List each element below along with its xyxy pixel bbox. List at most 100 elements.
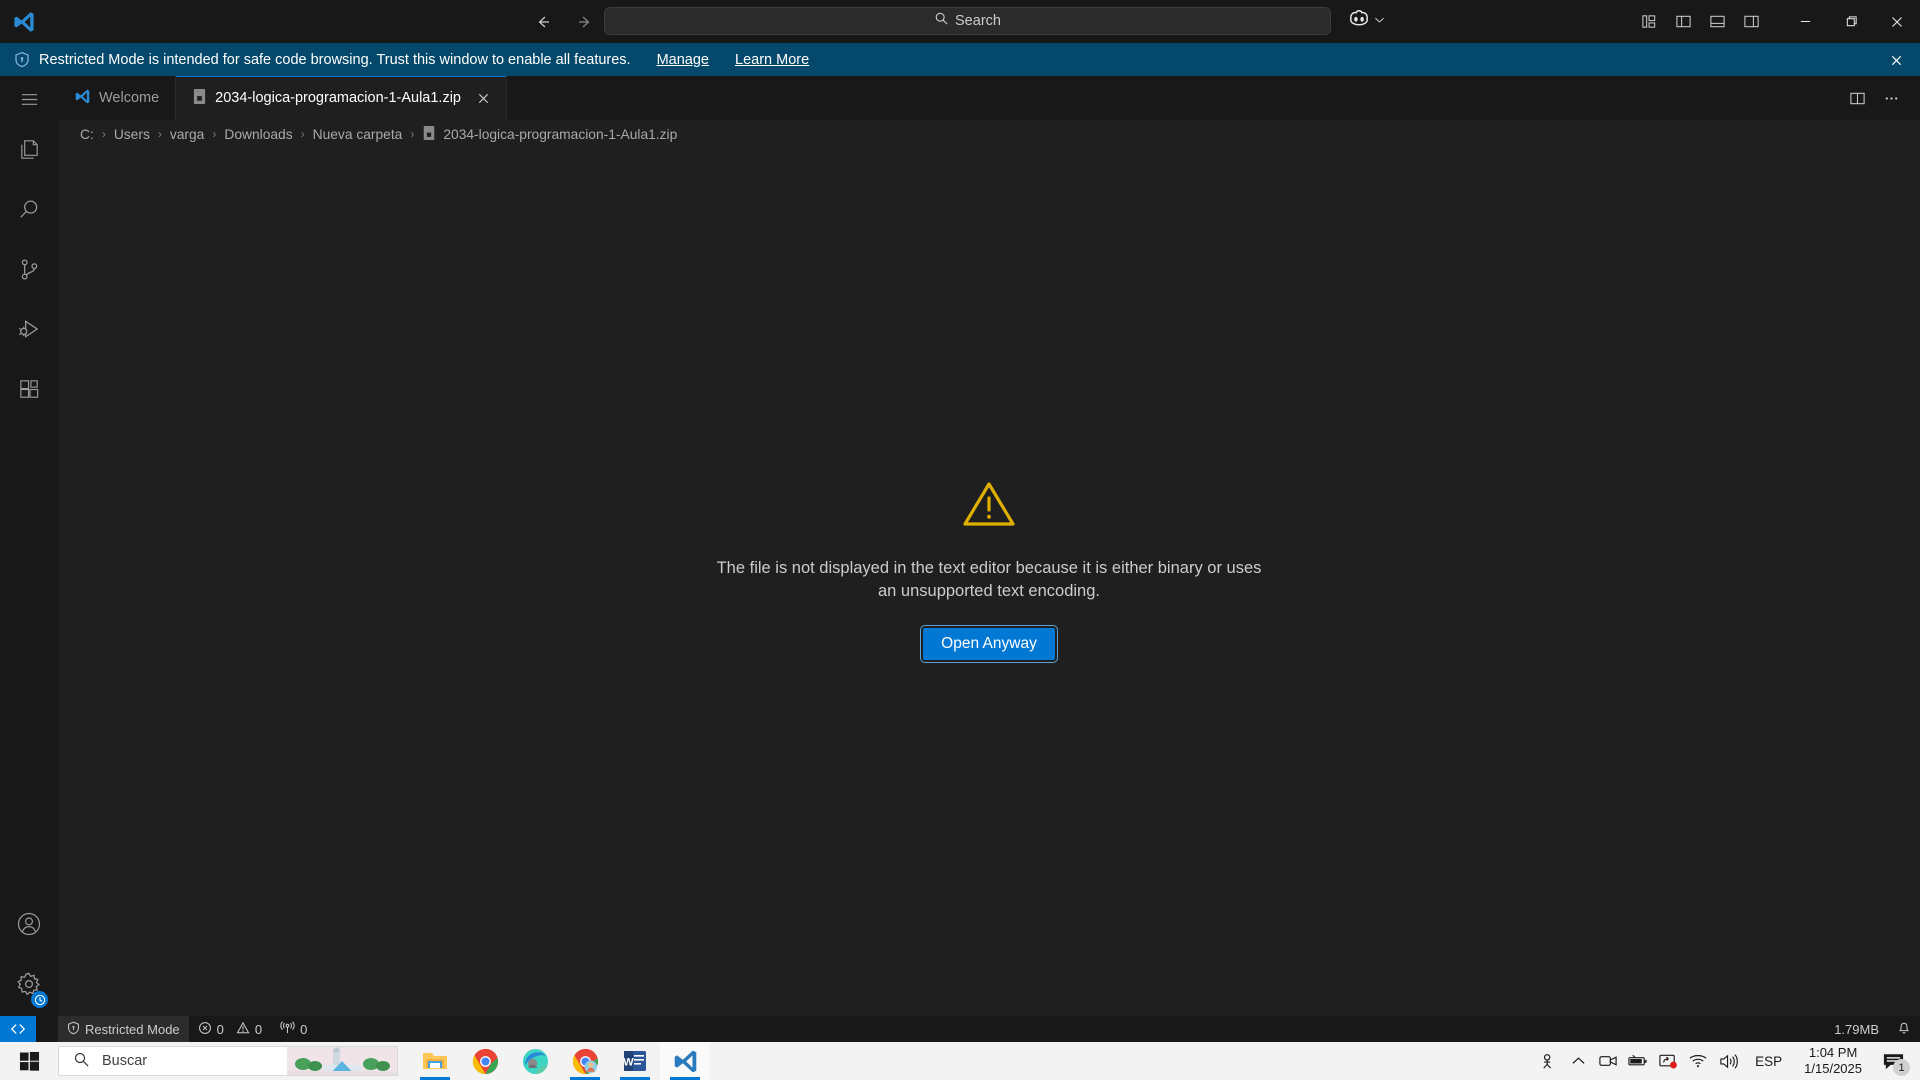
binary-file-icon [422,125,436,144]
ports-status[interactable]: 0 [271,1016,316,1042]
sidebar-item-explorer[interactable] [0,122,58,182]
warning-icon [236,1021,250,1038]
tab-zip-file[interactable]: 2034-logica-programacion-1-Aula1.zip [176,76,507,120]
notifications-bell[interactable] [1888,1016,1920,1042]
taskbar-search-box[interactable]: Buscar [58,1046,398,1076]
taskbar-apps: W [410,1042,710,1080]
workspace-trust-banner: Restricted Mode is intended for safe cod… [0,43,1920,76]
sidebar-item-run-and-debug[interactable] [0,302,58,362]
ports-count: 0 [300,1021,308,1037]
chevron-up-icon[interactable] [1563,1042,1593,1080]
toggle-panel-icon[interactable] [1700,0,1734,43]
taskbar-app-google-chrome[interactable] [460,1042,510,1080]
vscode-icon [74,88,91,109]
search-highlight-image [287,1047,397,1075]
errors-count: 0 [216,1021,224,1037]
toggle-primary-sidebar-icon[interactable] [1666,0,1700,43]
banner-close-icon[interactable] [1886,51,1906,69]
battery-icon[interactable] [1623,1042,1653,1080]
close-button[interactable] [1874,0,1920,43]
taskbar-app-file-explorer[interactable] [410,1042,460,1080]
command-center-search[interactable]: Search [604,7,1331,35]
sidebar-item-search[interactable] [0,182,58,242]
activity-bar [0,76,58,1016]
notifications-icon[interactable]: 1 [1872,1042,1914,1080]
breadcrumb-separator: › [157,127,162,141]
sidebar-item-source-control[interactable] [0,242,58,302]
more-actions-icon[interactable] [1876,83,1906,113]
windows-taskbar: Buscar W ESP 1:04 PM 1/15/2025 1 [0,1042,1920,1080]
system-tray: ESP 1:04 PM 1/15/2025 1 [1533,1042,1920,1080]
shield-icon [67,1021,80,1038]
volume-icon[interactable] [1713,1042,1743,1080]
tab-label: 2034-logica-programacion-1-Aula1.zip [215,90,461,106]
customize-layout-icon[interactable] [1632,0,1666,43]
status-bar: Restricted Mode 0 0 0 1.79MB [0,1016,1920,1042]
breadcrumb-segment-1[interactable]: Users [112,127,152,142]
warnings-count: 0 [254,1021,263,1037]
open-anyway-button[interactable]: Open Anyway [920,624,1058,663]
taskbar-app-microsoft-edge[interactable] [510,1042,560,1080]
clock-time: 1:04 PM [1808,1044,1858,1060]
back-button[interactable] [528,8,558,36]
breadcrumb-separator: › [212,127,217,141]
windows-start-icon[interactable] [0,1042,58,1080]
breadcrumb-segment-3[interactable]: Downloads [222,127,294,142]
status-bar-right: 1.79MB [1825,1016,1920,1042]
clock-date: 1/15/2025 [1804,1061,1862,1076]
input-language-indicator[interactable]: ESP [1743,1054,1794,1069]
radio-tower-icon [280,1020,295,1038]
banner-learn-more-link[interactable]: Learn More [735,52,809,68]
split-editor-icon[interactable] [1842,83,1872,113]
copilot-menu[interactable] [1348,8,1385,33]
sidebar-item-manage-settings[interactable] [0,956,58,1016]
editor-tab-bar: Welcome 2034-logica-programacion-1-Aula1… [58,76,1920,120]
tab-welcome[interactable]: Welcome [58,76,177,120]
breadcrumb: C: › Users › varga › Downloads › Nueva c… [58,120,1920,148]
file-size-status[interactable]: 1.79MB [1825,1016,1888,1042]
hamburger-menu-icon[interactable] [0,76,58,122]
maximize-button[interactable] [1828,0,1874,43]
wifi-icon[interactable] [1683,1042,1713,1080]
tab-label: Welcome [99,90,160,106]
title-bar: Search [0,0,1920,43]
problems-status[interactable]: 0 0 [189,1016,271,1042]
minimize-button[interactable] [1782,0,1828,43]
breadcrumb-segment-4[interactable]: Nueva carpeta [311,127,405,142]
search-icon [73,1051,90,1072]
sidebar-item-accounts[interactable] [0,896,58,956]
screen-share-icon[interactable] [1653,1042,1683,1080]
warning-triangle-icon [962,480,1016,533]
workspace-trust-status[interactable]: Restricted Mode [58,1016,189,1042]
sidebar-item-extensions[interactable] [0,362,58,422]
banner-manage-link[interactable]: Manage [657,52,709,68]
bell-icon [1897,1020,1911,1038]
breadcrumb-file[interactable]: 2034-logica-programacion-1-Aula1.zip [420,125,679,144]
chevron-down-icon [1374,15,1385,27]
taskbar-app-visual-studio-code[interactable] [660,1042,710,1080]
trust-label: Restricted Mode [85,1021,180,1037]
file-size-label: 1.79MB [1834,1021,1879,1037]
extensions-icon [17,377,42,407]
remote-window-indicator[interactable] [0,1016,36,1042]
breadcrumb-segment-0[interactable]: C: [78,127,96,142]
clock[interactable]: 1:04 PM 1/15/2025 [1794,1045,1872,1078]
taskbar-app-google-chrome-profile[interactable] [560,1042,610,1080]
error-icon [198,1021,212,1038]
search-icon [17,197,42,227]
search-placeholder-label: Search [955,13,1001,29]
breadcrumb-file-label: 2034-logica-programacion-1-Aula1.zip [443,126,678,142]
binary-file-message: The file is not displayed in the text ed… [716,559,1262,601]
breadcrumb-separator: › [410,127,415,141]
taskbar-app-microsoft-word[interactable]: W [610,1042,660,1080]
people-icon[interactable] [1533,1042,1563,1080]
tab-close-icon[interactable] [477,92,490,105]
editor-area: The file is not displayed in the text ed… [58,148,1920,1016]
breadcrumb-segment-2[interactable]: varga [168,127,207,142]
banner-message: Restricted Mode is intended for safe cod… [39,51,631,68]
vscode-logo-icon [0,10,48,34]
forward-button[interactable] [570,8,600,36]
camera-icon[interactable] [1593,1042,1623,1080]
toggle-secondary-sidebar-icon[interactable] [1734,0,1768,43]
editor-actions [1842,76,1920,120]
